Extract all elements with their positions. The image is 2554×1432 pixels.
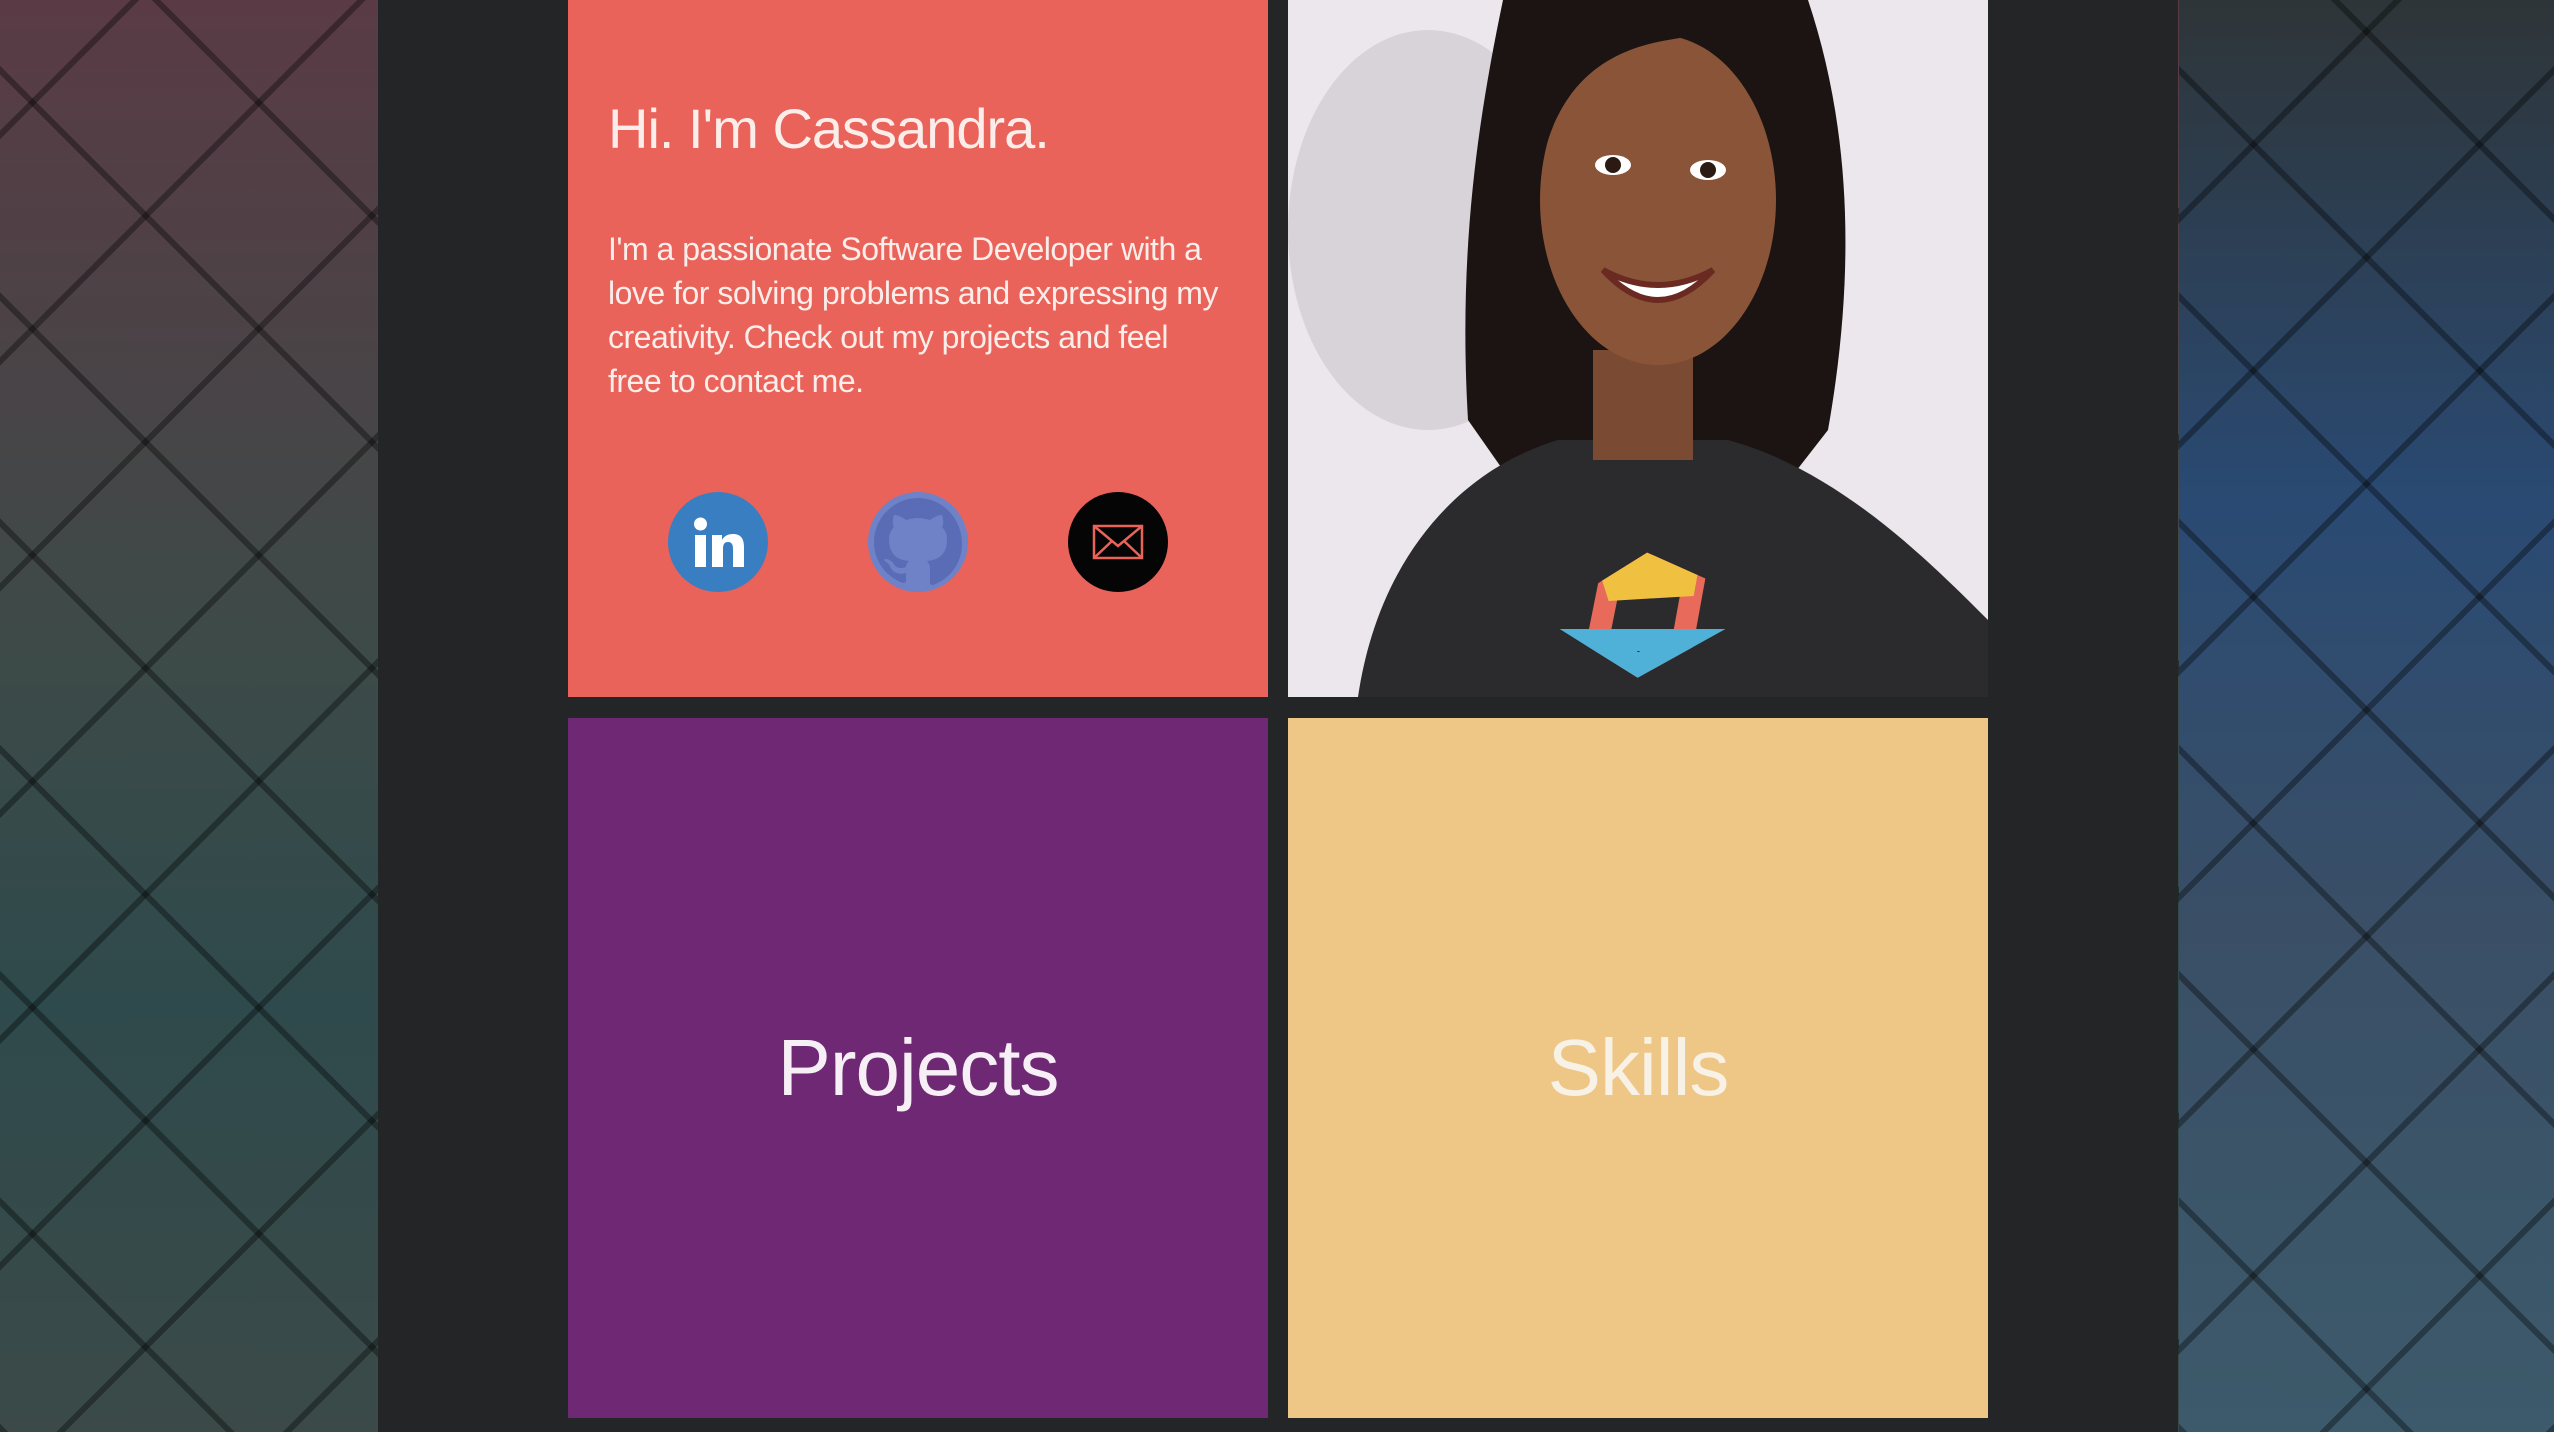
skills-tile[interactable]: Skills (1288, 718, 1988, 1418)
intro-title: Hi. I'm Cassandra. (608, 97, 1050, 160)
envelope-icon (1092, 524, 1144, 560)
intro-text: I'm a passionate Software Developer with… (608, 231, 1218, 399)
social-links (568, 492, 1268, 592)
skills-label: Skills (1547, 1023, 1730, 1112)
background-texture-right (2179, 0, 2554, 1432)
projects-label: Projects (777, 1023, 1060, 1112)
github-icon (874, 498, 962, 585)
email-button[interactable] (1068, 492, 1168, 592)
profile-photo (1288, 0, 1988, 697)
profile-photo-illustration (1288, 0, 1988, 697)
github-button[interactable] (868, 492, 968, 592)
linkedin-icon (694, 517, 744, 567)
main-column: Hi. I'm Cassandra. I'm a passionate Soft… (378, 0, 2178, 1432)
linkedin-button[interactable] (668, 492, 768, 592)
projects-tile[interactable]: Projects (568, 718, 1268, 1418)
intro-tile: Hi. I'm Cassandra. I'm a passionate Soft… (568, 0, 1268, 697)
